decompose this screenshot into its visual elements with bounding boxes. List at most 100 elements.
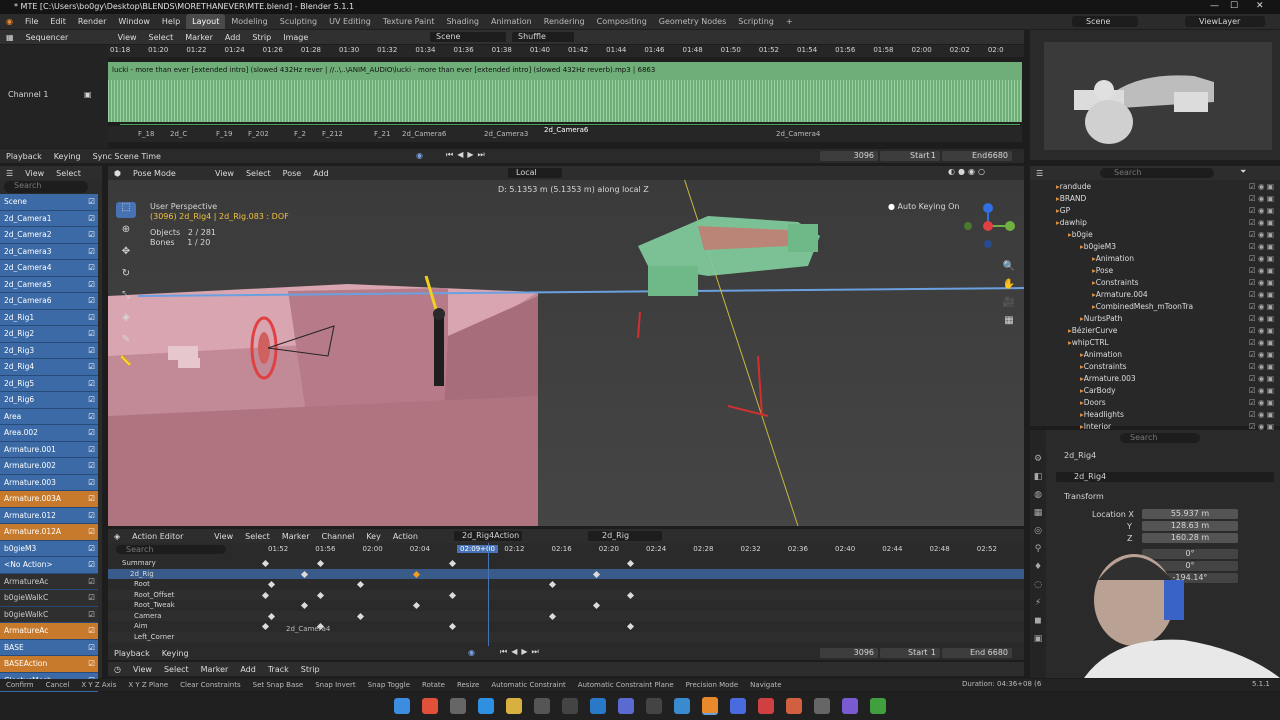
tab-compositing[interactable]: Compositing <box>591 14 653 29</box>
keyframe[interactable] <box>356 612 365 620</box>
filter-icon[interactable]: ⏷ <box>1240 167 1246 177</box>
action-selector[interactable]: 2d_Rig4Action <box>454 531 522 541</box>
right-outliner-item[interactable]: ▸ Pose ☑ ◉ ▣ <box>1030 264 1280 276</box>
object-name-field[interactable]: 2d_Rig4 <box>1056 472 1274 482</box>
measure-tool-icon[interactable]: 📏 <box>116 356 136 372</box>
app-icon[interactable] <box>758 698 774 714</box>
sequencer-editor-label[interactable]: Sequencer <box>20 30 112 45</box>
checkbox-icon[interactable]: ☑ <box>88 478 98 487</box>
marker[interactable]: 2d_Camera6 <box>402 130 446 138</box>
keyframe[interactable] <box>448 559 457 568</box>
visibility-toggle-icon[interactable]: ☑ ◉ ▣ <box>1249 206 1274 215</box>
properties-tab-icons[interactable]: ⚙ ◧ ◍ ▦ ◎ ⚲ ♦ ◌ ⚡ ◼ ▣ <box>1030 430 1046 648</box>
visibility-toggle-icon[interactable]: ☑ ◉ ▣ <box>1249 278 1274 287</box>
marker[interactable]: F_2 <box>294 130 306 138</box>
checkbox-icon[interactable]: ☑ <box>88 659 98 668</box>
tab-modeling[interactable]: Modeling <box>225 14 273 29</box>
tab-uv-editing[interactable]: UV Editing <box>323 14 377 29</box>
keyframe[interactable] <box>261 591 270 599</box>
left-outliner-item[interactable]: b0gieWalkC ☑ <box>0 606 98 623</box>
seq-menu-select[interactable]: Select <box>143 30 180 45</box>
right-outliner-item[interactable]: ▸ randude ☑ ◉ ▣ <box>1030 180 1280 192</box>
visibility-toggle-icon[interactable]: ☑ ◉ ▣ <box>1249 338 1274 347</box>
visibility-toggle-icon[interactable]: ☑ ◉ ▣ <box>1249 374 1274 383</box>
record-icon[interactable]: ◉ <box>416 151 423 160</box>
outliner-menu-view[interactable]: View <box>19 166 50 181</box>
record-icon-bottom[interactable]: ◉ <box>468 648 475 657</box>
start-menu-icon[interactable] <box>394 698 410 714</box>
visibility-toggle-icon[interactable]: ☑ ◉ ▣ <box>1249 302 1274 311</box>
left-outliner-item[interactable]: <No Action> ☑ <box>0 557 98 574</box>
keyframe[interactable] <box>548 612 557 620</box>
left-outliner-item[interactable]: 2d_Rig2 ☑ <box>0 326 98 343</box>
left-outliner-item[interactable]: 2d_Camera2 ☑ <box>0 227 98 244</box>
tab-geometry-nodes[interactable]: Geometry Nodes <box>653 14 732 29</box>
app-icon[interactable] <box>534 698 550 714</box>
pan-icon[interactable]: ✋ <box>1002 276 1016 294</box>
app-icon[interactable] <box>478 698 494 714</box>
right-outliner-item[interactable]: ▸ CarBody ☑ ◉ ▣ <box>1030 384 1280 396</box>
outliner-menu-select[interactable]: Select <box>50 166 87 181</box>
keyframe[interactable] <box>626 559 635 568</box>
transform-tool-icon[interactable]: ◈ <box>116 312 136 328</box>
checkbox-icon[interactable]: ☑ <box>88 560 98 569</box>
right-outliner-search[interactable]: Search <box>1100 168 1214 178</box>
visibility-toggle-icon[interactable]: ☑ ◉ ▣ <box>1249 398 1274 407</box>
tl-menu-select[interactable]: Select <box>158 662 195 677</box>
keyframe[interactable] <box>626 622 635 631</box>
seq-menu-image[interactable]: Image <box>277 30 314 45</box>
camera-view-icon[interactable]: 🎥 <box>1002 294 1016 312</box>
view-layer-selector[interactable]: ViewLayer <box>1185 16 1265 27</box>
sequencer-ruler[interactable]: 01:18 01:20 01:22 01:24 01:26 01:28 01:30 01:32… <box>108 45 1024 57</box>
tab-rendering[interactable]: Rendering <box>538 14 591 29</box>
action-channel-row[interactable]: Camera <box>108 610 1024 621</box>
action-channel-row[interactable]: Root <box>108 579 1024 590</box>
action-object-selector[interactable]: 2d_Rig <box>588 531 662 541</box>
action-channel-row[interactable]: Aim <box>108 621 1024 632</box>
ortho-toggle-icon[interactable]: ▦ <box>1002 312 1016 330</box>
checkbox-icon[interactable]: ☑ <box>88 593 98 602</box>
action-editor-type-icon[interactable]: ◈ <box>108 529 126 544</box>
left-outliner-item[interactable]: 2d_Camera3 ☑ <box>0 243 98 260</box>
visibility-toggle-icon[interactable]: ☑ ◉ ▣ <box>1249 350 1274 359</box>
keyframe[interactable] <box>626 591 635 599</box>
checkbox-icon[interactable]: ☑ <box>88 511 98 520</box>
checkbox-icon[interactable]: ☑ <box>88 626 98 635</box>
checkbox-icon[interactable]: ☑ <box>88 544 98 553</box>
ae-menu-channel[interactable]: Channel <box>315 529 360 544</box>
keyframe[interactable] <box>448 591 457 599</box>
tl-menu-strip[interactable]: Strip <box>295 662 326 677</box>
action-channel-row[interactable]: Root_Tweak <box>108 600 1024 611</box>
right-outliner-item[interactable]: ▸ NurbsPath ☑ ◉ ▣ <box>1030 312 1280 324</box>
keyframe[interactable] <box>592 570 601 578</box>
marker[interactable]: 2d_C <box>170 130 187 138</box>
outliner-r-type-icon[interactable]: ☰ <box>1030 166 1049 181</box>
visibility-toggle-icon[interactable]: ☑ ◉ ▣ <box>1249 326 1274 335</box>
keyframe[interactable] <box>300 570 309 578</box>
playback-menu-bottom[interactable]: Playback <box>108 646 156 661</box>
checkbox-icon[interactable]: ☑ <box>88 362 98 371</box>
action-channel-row[interactable]: 2d_Rig <box>108 568 1024 579</box>
start-frame-field-bottom[interactable]: Start 1 <box>880 648 940 658</box>
seq-menu-marker[interactable]: Marker <box>179 30 219 45</box>
vscode-icon[interactable] <box>590 698 606 714</box>
viewport-type-icon[interactable]: ⬢ <box>108 166 127 181</box>
left-outliner-item[interactable]: BASEAction ☑ <box>0 656 98 673</box>
scene-selector[interactable]: Scene <box>1072 16 1138 27</box>
transform-panel-header[interactable]: Transform <box>1064 492 1104 501</box>
left-outliner-item[interactable]: Armature.002 ☑ <box>0 458 98 475</box>
tl-menu-marker[interactable]: Marker <box>195 662 235 677</box>
tab-layout[interactable]: Layout <box>186 14 226 29</box>
right-outliner-item[interactable]: ▸ Constraints ☑ ◉ ▣ <box>1030 276 1280 288</box>
keyframe[interactable] <box>548 580 557 589</box>
app-icon[interactable] <box>842 698 858 714</box>
cursor-tool-icon[interactable]: ⊕ <box>116 224 136 240</box>
checkbox-icon[interactable]: ☑ <box>88 214 98 223</box>
seq-menu-view[interactable]: View <box>112 30 143 45</box>
properties-search[interactable]: Search <box>1120 433 1200 443</box>
left-outliner-item[interactable]: Area ☑ <box>0 408 98 425</box>
current-frame-field[interactable]: 3096 <box>820 151 878 161</box>
transport-controls-bottom-icon[interactable]: ⏮◀▶⏭ <box>500 647 543 657</box>
blender-logo-icon[interactable]: ◉ <box>0 14 19 29</box>
left-outliner-item[interactable]: 2d_Rig3 ☑ <box>0 342 98 359</box>
